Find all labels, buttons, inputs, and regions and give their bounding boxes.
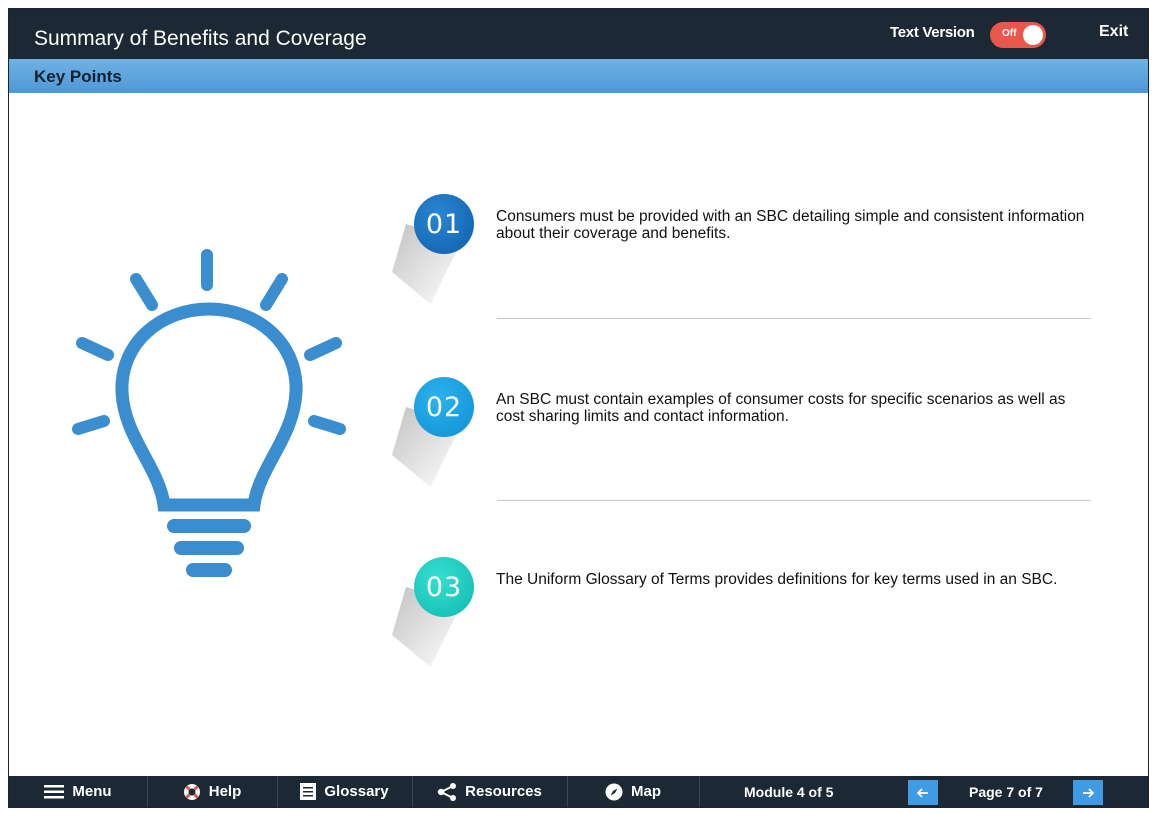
page-info: Page 7 of 7 bbox=[969, 784, 1043, 800]
badge-number: 01 bbox=[414, 194, 474, 254]
map-button[interactable]: Map bbox=[567, 776, 700, 807]
next-page-button[interactable] bbox=[1073, 780, 1103, 805]
share-icon bbox=[437, 782, 457, 801]
section-bar: Key Points bbox=[9, 59, 1148, 93]
exit-button[interactable]: Exit bbox=[1099, 23, 1128, 41]
key-point: 03 The Uniform Glossary of Terms provide… bbox=[384, 557, 1104, 677]
badge-number: 02 bbox=[414, 377, 474, 437]
divider bbox=[497, 318, 1091, 319]
key-point: 02 An SBC must contain examples of consu… bbox=[384, 377, 1104, 497]
book-icon bbox=[300, 783, 317, 800]
point-badge: 03 bbox=[384, 557, 484, 667]
divider bbox=[497, 500, 1091, 501]
glossary-button[interactable]: Glossary bbox=[277, 776, 413, 807]
module-info: Module 4 of 5 bbox=[744, 784, 834, 800]
arrow-left-icon bbox=[917, 787, 928, 798]
course-title: Summary of Benefits and Coverage bbox=[34, 27, 367, 50]
toggle-state-label: Off bbox=[1002, 28, 1017, 39]
resources-button[interactable]: Resources bbox=[412, 776, 568, 807]
footer-bar: Menu Help Glossary Resources Map Module … bbox=[9, 776, 1148, 807]
point-text: An SBC must contain examples of consumer… bbox=[496, 391, 1066, 425]
help-label: Help bbox=[208, 783, 242, 800]
prev-page-button[interactable] bbox=[908, 780, 938, 805]
point-text: The Uniform Glossary of Terms provides d… bbox=[496, 571, 1058, 588]
text-version-label: Text Version bbox=[890, 24, 975, 41]
text-version-toggle[interactable]: Off bbox=[990, 22, 1046, 48]
help-button[interactable]: Help bbox=[147, 776, 278, 807]
course-frame: Summary of Benefits and Coverage Text Ve… bbox=[9, 9, 1148, 807]
toggle-knob bbox=[1023, 25, 1043, 45]
glossary-label: Glossary bbox=[324, 783, 389, 800]
point-text: Consumers must be provided with an SBC d… bbox=[496, 208, 1085, 242]
lightbulb-icon bbox=[72, 249, 346, 577]
point-badge: 01 bbox=[384, 194, 484, 304]
compass-icon bbox=[605, 783, 623, 800]
menu-button[interactable]: Menu bbox=[9, 776, 148, 807]
point-badge: 02 bbox=[384, 377, 484, 487]
resources-label: Resources bbox=[465, 783, 542, 800]
menu-label: Menu bbox=[72, 783, 112, 800]
arrow-right-icon bbox=[1083, 787, 1094, 798]
key-point: 01 Consumers must be provided with an SB… bbox=[384, 194, 1104, 314]
badge-number: 03 bbox=[414, 557, 474, 617]
lifebuoy-icon bbox=[183, 783, 200, 800]
map-label: Map bbox=[631, 783, 661, 800]
section-title: Key Points bbox=[34, 67, 122, 86]
header-bar: Summary of Benefits and Coverage Text Ve… bbox=[9, 9, 1148, 59]
hamburger-icon bbox=[44, 784, 65, 798]
